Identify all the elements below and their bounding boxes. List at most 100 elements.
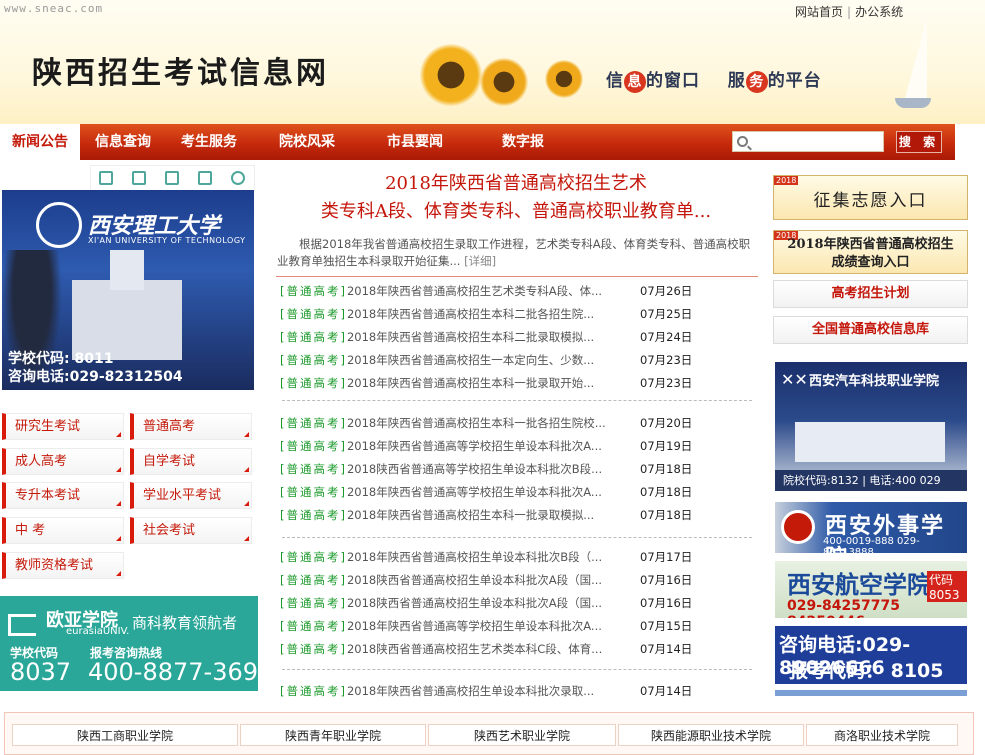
news-title[interactable]: 2018年陕西省普通高校招生本科一批录取开始... (347, 376, 594, 390)
news-category[interactable]: [普通高考] (280, 684, 347, 698)
save-icon[interactable] (165, 171, 179, 185)
sunflower-decoration (480, 58, 528, 106)
news-row[interactable]: [普通高考]2018陕西省普通高等学校招生单设本科批次B段... 07月18日 (280, 458, 760, 481)
ad-title: 西安航空学院 (787, 570, 931, 599)
link-office-system[interactable]: 办公系统 (855, 5, 903, 19)
news-row[interactable]: [普通高考]2018年陕西省普通高等学校招生单设本科批次A... 07月15日 (280, 615, 760, 638)
news-category[interactable]: [普通高考] (280, 376, 347, 390)
news-row[interactable]: [普通高考]2018年陕西省普通高等学校招生单设本科批次A... 07月18日 (280, 481, 760, 504)
gear-icon[interactable] (231, 171, 245, 185)
eurasia-tel: 400-8877-369 (88, 658, 259, 686)
news-title[interactable]: 2018年陕西省普通高等学校招生单设本科批次A... (347, 619, 602, 633)
college-database-button[interactable]: 全国普通高校信息库 (773, 316, 968, 344)
news-row[interactable]: [普通高考]2018年陕西省普通高校招生单设本科批次B段（... 07月17日 (280, 546, 760, 569)
news-category[interactable]: [普通高考] (280, 596, 347, 610)
nav-college-showcase[interactable]: 院校风采 (279, 124, 335, 160)
ad-consult-hotline[interactable]: 咨询电话:029-89026666 报考代码： 8105 (775, 626, 967, 684)
school-link[interactable]: 陕西能源职业技术学院 (618, 724, 804, 746)
enrollment-collection-entry[interactable]: 2018 征集志愿入口 (773, 175, 968, 220)
news-title[interactable]: 2018年陕西省普通高校招生艺术类专科A段、体... (347, 284, 602, 298)
news-category[interactable]: [普通高考] (280, 508, 347, 522)
news-title[interactable]: 2018年陕西省普通高校招生本科二批录取模拟... (347, 330, 594, 344)
news-category[interactable]: [普通高考] (280, 416, 347, 430)
auto-college-logo: ✕✕ (781, 370, 808, 389)
news-title[interactable]: 2018年陕西省普通高校招生一本定向生、少数... (347, 353, 594, 367)
nav-digital-paper[interactable]: 数字报 (502, 124, 544, 160)
news-row[interactable]: [普通高考]2018年陕西省普通高校招生本科一批录取模拟... 07月18日 (280, 504, 760, 527)
eurasia-banner[interactable]: 欧亚学院 eurasiaUNIV. 商科教育领航者 学校代码 报考咨询热线 80… (0, 596, 258, 691)
cat-upgrade-exam[interactable]: 专升本考试 (2, 482, 124, 509)
news-category[interactable]: [普通高考] (280, 485, 347, 499)
news-title[interactable]: 2018年陕西省普通高校招生本科一批录取模拟... (347, 508, 594, 522)
nav-news[interactable]: 新闻公告 (0, 124, 80, 160)
news-category[interactable]: [普通高考] (280, 619, 347, 633)
news-date: 07月18日 (640, 508, 693, 522)
school-link[interactable]: 商洛职业技术学院 (806, 724, 958, 746)
cat-adult-exam[interactable]: 成人高考 (2, 448, 124, 475)
news-row[interactable]: [普通高考]2018年陕西省普通高等学校招生单设本科批次A... 07月19日 (280, 435, 760, 458)
ad-xian-auto-college[interactable]: ✕✕ 西安汽车科技职业学院 院校代码:8132 | 电话:400 029 198… (775, 362, 967, 491)
school-link[interactable]: 陕西工商职业学院 (12, 724, 238, 746)
headline[interactable]: 2018年陕西省普通高校招生艺术 类专科A段、体育类专科、普通高校职业教育单..… (276, 170, 756, 226)
news-row[interactable]: [普通高考]2018年陕西省普通高校招生一本定向生、少数... 07月23日 (280, 349, 760, 372)
expand-icon[interactable] (132, 171, 146, 185)
cat-academic-level-exam[interactable]: 学业水平考试 (130, 482, 252, 509)
news-row[interactable]: [普通高考]2018年陕西省普通高校招生单设本科批次录取... 07月14日 (280, 680, 760, 703)
news-row[interactable]: [普通高考]2018年陕西省普通高校招生本科一批录取开始... 07月23日 (280, 372, 760, 395)
sunflower-decoration (420, 44, 482, 106)
share-icon[interactable] (198, 171, 212, 185)
news-title[interactable]: 2018年陕西省普通高等学校招生单设本科批次A... (347, 485, 602, 499)
news-title[interactable]: 2018年陕西省普通高校招生本科二批各招生院... (347, 307, 594, 321)
more-link[interactable]: [详细] (464, 254, 496, 268)
nav-info-query[interactable]: 信息查询 (95, 124, 151, 160)
news-category[interactable]: [普通高考] (280, 462, 347, 476)
news-title[interactable]: 2018年陕西省普通高校招生单设本科批次录取... (347, 684, 594, 698)
news-row[interactable]: [普通高考]2018陕西省普通高校招生艺术类本科C段、体育... 07月14日 (280, 638, 760, 661)
news-category[interactable]: [普通高考] (280, 550, 347, 564)
school-link[interactable]: 陕西艺术职业学院 (428, 724, 616, 746)
news-category[interactable]: [普通高考] (280, 330, 347, 344)
school-logo (781, 510, 815, 544)
page-icon[interactable] (99, 171, 113, 185)
news-row[interactable]: [普通高考]2018年陕西省普通高校招生本科二批录取模拟... 07月24日 (280, 326, 760, 349)
news-group: [普通高考]2018年陕西省普通高校招生单设本科批次录取... 07月14日 (280, 680, 760, 703)
cat-graduate-exam[interactable]: 研究生考试 (2, 413, 124, 440)
news-category[interactable]: [普通高考] (280, 353, 347, 367)
news-category[interactable]: [普通高考] (280, 439, 347, 453)
featured-school-slide[interactable]: 西安理工大学 XI'AN UNIVERSITY OF TECHNOLOGY 学校… (2, 190, 254, 390)
news-title[interactable]: 2018年陕西省普通高校招生单设本科批次B段（... (347, 550, 602, 564)
ad-xian-international[interactable]: 西安外事学院 400-0019-888 029-88513888 (775, 502, 967, 553)
cat-gaokao[interactable]: 普通高考 (130, 413, 252, 440)
cat-social-exam[interactable]: 社会考试 (130, 517, 252, 544)
news-category[interactable]: [普通高考] (280, 307, 347, 321)
news-title[interactable]: 2018陕西省普通高校招生单设本科批次A段（国... (347, 596, 602, 610)
news-title[interactable]: 2018陕西省普通高校招生单设本科批次A段（国... (347, 573, 602, 587)
news-title[interactable]: 2018陕西省普通高校招生艺术类本科C段、体育... (347, 642, 602, 656)
news-row[interactable]: [普通高考]2018年陕西省普通高校招生本科二批各招生院... 07月25日 (280, 303, 760, 326)
site-title[interactable]: 陕西招生考试信息网 (32, 48, 329, 92)
news-row[interactable]: [普通高考]2018陕西省普通高校招生单设本科批次A段（国... 07月16日 (280, 569, 760, 592)
news-category[interactable]: [普通高考] (280, 573, 347, 587)
cat-self-study-exam[interactable]: 自学考试 (130, 448, 252, 475)
enrollment-plan-button[interactable]: 高考招生计划 (773, 280, 968, 308)
nav-county-news[interactable]: 市县要闻 (387, 124, 443, 160)
ad-xian-aeronautical[interactable]: 西安航空学院 代码 8053 029-84257775 84250446 (775, 561, 967, 618)
score-query-entry[interactable]: 2018 2018年陕西省普通高校招生 成绩查询入口 (773, 230, 968, 274)
cat-zhongkao[interactable]: 中 考 (2, 517, 124, 544)
cat-teacher-qualification[interactable]: 教师资格考试 (2, 552, 124, 579)
news-row[interactable]: [普通高考]2018年陕西省普通高校招生艺术类专科A段、体... 07月26日 (280, 280, 760, 303)
search-button[interactable]: 搜 索 (896, 131, 942, 153)
school-link[interactable]: 陕西青年职业学院 (240, 724, 426, 746)
news-title[interactable]: 2018年陕西省普通高等学校招生单设本科批次A... (347, 439, 602, 453)
news-row[interactable]: [普通高考]2018年陕西省普通高校招生本科一批各招生院校... 07月20日 (280, 412, 760, 435)
news-title[interactable]: 2018年陕西省普通高校招生本科一批各招生院校... (347, 416, 606, 430)
news-category[interactable]: [普通高考] (280, 642, 347, 656)
search-input[interactable] (751, 132, 881, 151)
slogan-circle-char: 务 (745, 71, 768, 93)
news-title[interactable]: 2018陕西省普通高等学校招生单设本科批次B段... (347, 462, 602, 476)
news-date: 07月18日 (640, 485, 693, 499)
news-category[interactable]: [普通高考] (280, 284, 347, 298)
news-row[interactable]: [普通高考]2018陕西省普通高校招生单设本科批次A段（国... 07月16日 (280, 592, 760, 615)
nav-candidate-service[interactable]: 考生服务 (181, 124, 237, 160)
link-home[interactable]: 网站首页 (795, 5, 843, 19)
